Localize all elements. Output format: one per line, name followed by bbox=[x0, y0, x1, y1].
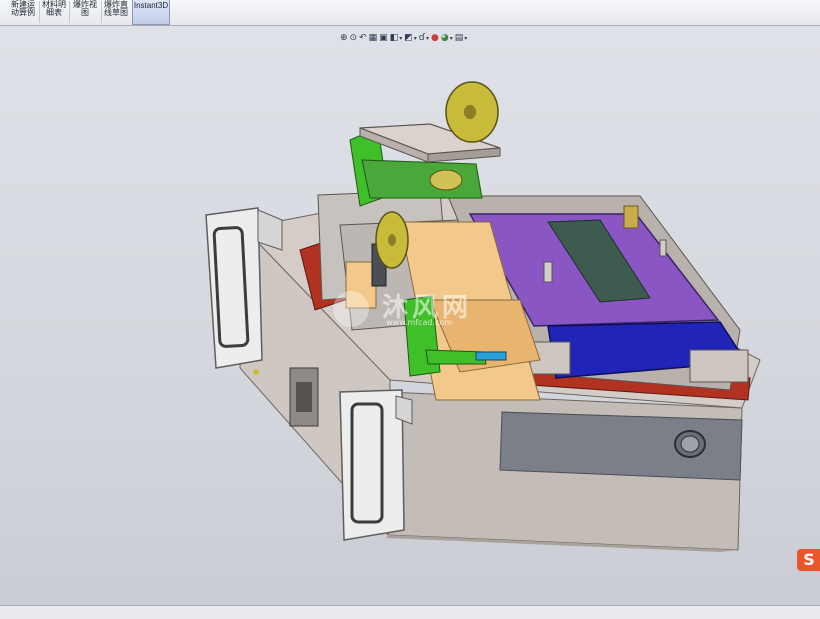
status-bar bbox=[0, 605, 820, 619]
upper-wheel-hub bbox=[464, 105, 476, 119]
explode-line-sketch-label-2: 线草图 bbox=[104, 8, 128, 17]
command-manager-ribbon: 新建运 动算例 材料明 细表 爆炸视 图 爆炸直 线草图 Instant3D bbox=[0, 0, 820, 26]
exploded-view-label-2: 图 bbox=[81, 8, 89, 17]
mid-wheel-hub bbox=[388, 234, 396, 246]
instant3d-label: Instant3D bbox=[133, 1, 169, 10]
exploded-view-button[interactable]: 爆炸视 图 bbox=[70, 0, 100, 25]
tray-pin bbox=[659, 239, 667, 257]
green-housing bbox=[361, 159, 483, 199]
watermark-logo bbox=[333, 291, 369, 327]
bill-of-materials-button[interactable]: 材料明 细表 bbox=[40, 0, 68, 25]
brass-post bbox=[623, 205, 639, 229]
tray-pin bbox=[543, 261, 553, 283]
instant3d-button[interactable]: Instant3D bbox=[132, 0, 170, 25]
handle-screw bbox=[253, 369, 259, 375]
gray-clamp bbox=[689, 349, 749, 383]
ribbon-edge bbox=[0, 0, 4, 25]
bill-of-materials-label-2: 细表 bbox=[46, 8, 62, 17]
watermark-url: www.mfcad.com bbox=[386, 318, 453, 327]
blue-pin bbox=[475, 351, 507, 361]
left-handle-lower bbox=[339, 389, 405, 541]
new-motion-study-button[interactable]: 新建运 动算例 bbox=[8, 0, 38, 25]
front-port-inner bbox=[680, 435, 700, 453]
corner-badge[interactable]: S bbox=[797, 549, 820, 571]
side-slot-inner bbox=[296, 382, 312, 412]
explode-line-sketch-button[interactable]: 爆炸直 线草图 bbox=[102, 0, 130, 25]
new-motion-study-label-2: 动算例 bbox=[11, 8, 35, 17]
roller bbox=[429, 169, 463, 191]
